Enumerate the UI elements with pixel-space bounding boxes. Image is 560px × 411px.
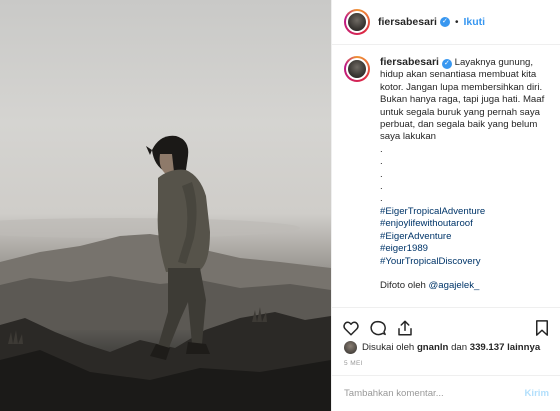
verified-badge-icon: ✓ [441,59,452,69]
author-username[interactable]: fiersabesari [378,16,437,28]
action-bar [332,307,560,341]
liker-username[interactable]: gnanln [417,342,448,353]
likes-summary: Disukai oleh gnanln dan 339.137 lainnya [344,341,540,354]
photo-credit: Difoto oleh @agajelek_ [380,280,549,292]
hashtag-link[interactable]: #eiger1989 [380,243,549,255]
comment-icon[interactable] [369,319,387,337]
likes-prefix: Disukai oleh [362,342,415,353]
hashtag-link[interactable]: #enjoylifewithoutaroof [380,218,549,230]
share-icon[interactable] [396,319,414,337]
post-header: fiersabesari ✓ • Ikuti [332,0,560,45]
caption-author-avatar[interactable] [344,56,370,82]
caption-text: fiersabesari ✓ Layaknya gunung, hidup aka… [380,56,549,144]
hashtag-link[interactable]: #EigerTropicalAdventure [380,206,549,218]
likes-suffix[interactable]: lainnya [507,342,540,353]
follow-button[interactable]: Ikuti [463,16,485,28]
bookmark-icon[interactable] [533,319,551,337]
photo-scene [0,135,331,411]
verified-badge-icon: ✓ [439,17,450,27]
caption-dot: . [380,143,383,155]
post-date[interactable]: 5 MEI [344,360,363,367]
caption-username[interactable]: fiersabesari [380,56,439,68]
caption-body: Layaknya gunung, hidup akan senantiasa m… [380,57,547,143]
likes-count[interactable]: 339.137 [470,342,505,353]
post-photo[interactable] [0,0,331,411]
heart-icon[interactable] [342,319,360,337]
caption-dot: . [380,181,383,193]
photo-credit-mention[interactable]: @agajelek_ [429,280,480,291]
photo-credit-prefix: Difoto oleh [380,280,426,292]
post-sidebar: fiersabesari ✓ • Ikuti fiersabesari ✓ Lay… [331,0,560,411]
author-avatar[interactable] [344,9,370,35]
hashtag-link[interactable]: #YourTropicalDiscovery [380,256,549,268]
caption-dot: . [380,168,383,180]
caption-dot: . [380,156,383,168]
comment-form: Kirim [332,375,560,411]
caption-dot: . [380,193,383,205]
post-comment-button[interactable]: Kirim [524,388,549,399]
header-separator: • [454,16,459,28]
comment-input[interactable] [344,388,525,399]
comments-area: fiersabesari ✓ Layaknya gunung, hidup aka… [332,56,560,306]
likes-middle: dan [451,342,468,353]
caption-block: fiersabesari ✓ Layaknya gunung, hidup aka… [380,56,549,306]
hashtag-link[interactable]: #EigerAdventure [380,231,549,243]
liker-avatar[interactable] [344,341,357,354]
